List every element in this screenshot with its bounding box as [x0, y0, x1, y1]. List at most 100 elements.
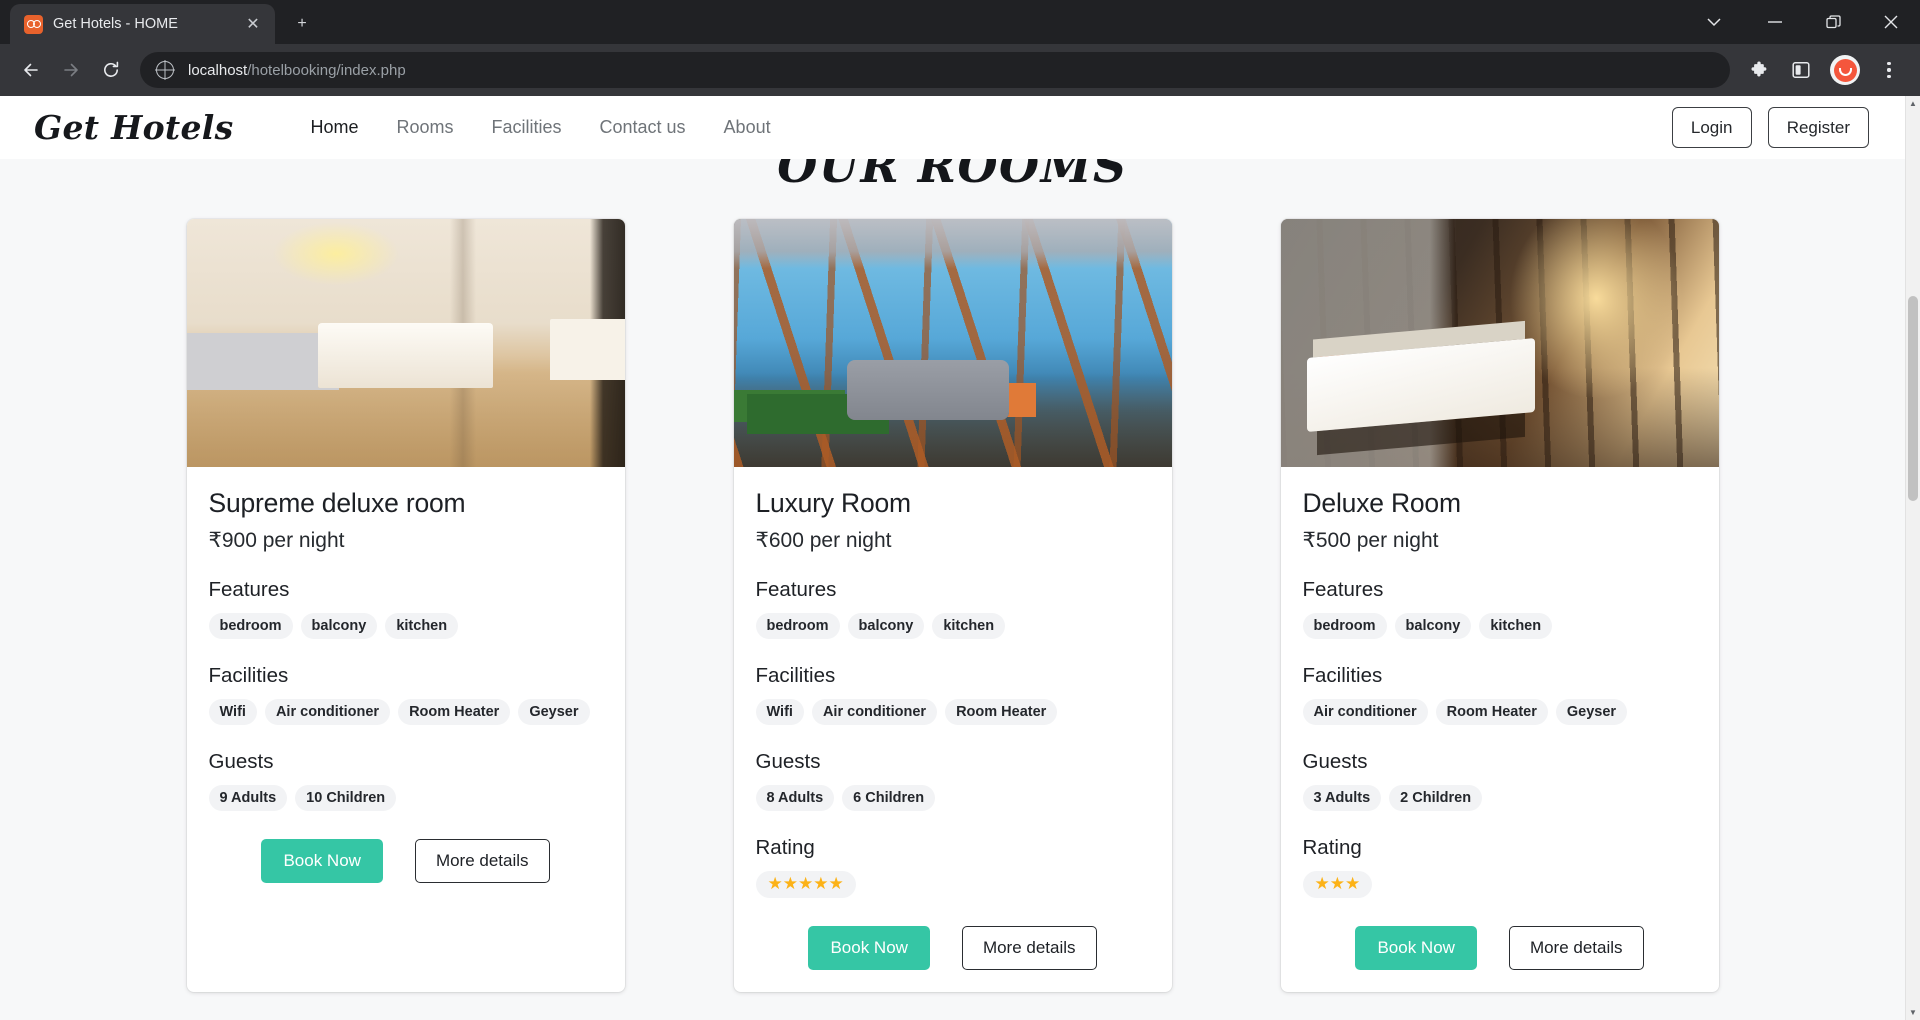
browser-tab[interactable]: Get Hotels - HOME ✕	[10, 4, 275, 44]
feature-pill: balcony	[847, 613, 925, 640]
room-card[interactable]: Luxury Room ₹600 per night Features bedr…	[733, 219, 1172, 993]
facilities-group: Facilities Wifi Air conditioner Room Hea…	[208, 664, 603, 726]
scroll-up-icon[interactable]: ▲	[1906, 96, 1920, 111]
nav-item-facilities[interactable]: Facilities	[472, 117, 580, 138]
kebab-menu-icon[interactable]	[1870, 51, 1908, 89]
minimize-icon[interactable]	[1746, 0, 1804, 44]
room-price: ₹600 per night	[755, 529, 892, 553]
room-image-deluxe-room	[1280, 219, 1719, 467]
room-price: ₹900 per night	[208, 529, 345, 553]
more-details-button[interactable]: More details	[961, 926, 1097, 971]
address-bar[interactable]: localhost/hotelbooking/index.php	[140, 52, 1730, 88]
guests-label: Guests	[1302, 750, 1368, 774]
features-pills: bedroom balcony kitchen	[755, 613, 1150, 640]
scroll-down-icon[interactable]: ▼	[1906, 1005, 1920, 1020]
page-scrollbar[interactable]: ▲ ▼	[1905, 96, 1920, 1020]
maximize-icon[interactable]	[1804, 0, 1862, 44]
rating-stars: ★★★★★	[755, 871, 856, 899]
room-name: Luxury Room	[755, 488, 912, 518]
guests-group: Guests 8 Adults 6 Children	[755, 750, 1150, 812]
book-now-button[interactable]: Book Now	[1355, 926, 1477, 971]
register-button[interactable]: Register	[1767, 107, 1869, 148]
more-details-button[interactable]: More details	[414, 839, 550, 884]
nav-item-rooms[interactable]: Rooms	[377, 117, 472, 138]
site-info-globe-icon[interactable]	[156, 61, 174, 79]
facilities-group: Facilities Air conditioner Room Heater G…	[1302, 664, 1697, 726]
url-text: localhost/hotelbooking/index.php	[188, 62, 406, 79]
rooms-card-grid: Supreme deluxe room ₹900 per night Featu…	[0, 197, 1905, 993]
close-window-icon[interactable]	[1862, 0, 1920, 44]
site-logo[interactable]: Get Hotels	[34, 108, 233, 147]
guests-label: Guests	[755, 750, 821, 774]
close-tab-icon[interactable]: ✕	[241, 12, 265, 36]
page-content: OUR ROOMS Supreme deluxe room ₹900 per n…	[0, 139, 1905, 1020]
web-page: Get Hotels Home Rooms Facilities Contact…	[0, 96, 1905, 1020]
rating-group: Rating ★★★★★	[755, 836, 1150, 899]
facility-pill: Air conditioner	[1302, 699, 1428, 726]
room-card-actions: Book Now More details	[1303, 926, 1697, 971]
guest-pill: 2 Children	[1389, 785, 1483, 812]
guest-pill: 6 Children	[842, 785, 936, 812]
facilities-pills: Wifi Air conditioner Room Heater Geyser	[208, 699, 603, 726]
site-header: Get Hotels Home Rooms Facilities Contact…	[0, 96, 1905, 159]
rating-stars: ★★★	[1302, 871, 1373, 899]
more-details-button[interactable]: More details	[1508, 926, 1644, 971]
room-name: Deluxe Room	[1302, 488, 1462, 518]
book-now-button[interactable]: Book Now	[808, 926, 930, 971]
feature-pill: bedroom	[755, 613, 840, 640]
features-group: Features bedroom balcony kitchen	[755, 578, 1150, 640]
room-card-body: Deluxe Room ₹500 per night Features bedr…	[1281, 467, 1719, 992]
browser-window: Get Hotels - HOME ✕ + localhost/hotelboo…	[0, 0, 1920, 1020]
feature-pill: kitchen	[1479, 613, 1553, 640]
facility-pill: Geyser	[518, 699, 590, 726]
tab-search-icon[interactable]	[1682, 0, 1746, 44]
facilities-label: Facilities	[755, 664, 836, 688]
features-group: Features bedroom balcony kitchen	[1302, 578, 1697, 640]
facility-pill: Geyser	[1555, 699, 1628, 726]
browser-toolbar: localhost/hotelbooking/index.php	[0, 44, 1920, 96]
guest-pill: 10 Children	[295, 785, 397, 812]
guests-label: Guests	[208, 750, 274, 774]
scrollbar-thumb[interactable]	[1908, 296, 1918, 501]
guests-group: Guests 9 Adults 10 Children	[208, 750, 603, 812]
room-card-actions: Book Now More details	[209, 839, 603, 884]
features-pills: bedroom balcony kitchen	[1302, 613, 1697, 640]
facility-pill: Wifi	[755, 699, 804, 726]
facility-pill: Air conditioner	[811, 699, 938, 726]
reload-icon[interactable]	[92, 51, 130, 89]
rating-label: Rating	[755, 836, 815, 860]
feature-pill: kitchen	[385, 613, 459, 640]
side-panel-icon[interactable]	[1782, 51, 1820, 89]
room-card[interactable]: Deluxe Room ₹500 per night Features bedr…	[1280, 219, 1719, 993]
back-icon[interactable]	[12, 51, 50, 89]
facility-pill: Room Heater	[945, 699, 1058, 726]
rating-group: Rating ★★★	[1302, 836, 1697, 899]
nav-item-home[interactable]: Home	[291, 117, 377, 138]
main-nav: Home Rooms Facilities Contact us About	[291, 117, 789, 138]
facilities-label: Facilities	[208, 664, 289, 688]
features-label: Features	[208, 578, 290, 602]
room-card-actions: Book Now More details	[756, 926, 1150, 971]
rating-pills: ★★★★★	[755, 871, 1150, 899]
login-button[interactable]: Login	[1671, 107, 1752, 148]
hotel-favicon-icon	[24, 14, 43, 34]
feature-pill: bedroom	[1302, 613, 1387, 640]
features-label: Features	[1302, 578, 1384, 602]
guests-pills: 9 Adults 10 Children	[208, 785, 603, 812]
room-card[interactable]: Supreme deluxe room ₹900 per night Featu…	[186, 219, 625, 993]
forward-icon[interactable]	[52, 51, 90, 89]
facility-pill: Air conditioner	[264, 699, 391, 726]
nav-item-about[interactable]: About	[705, 117, 790, 138]
url-path: /hotelbooking/index.php	[247, 61, 406, 79]
guest-pill: 3 Adults	[1302, 785, 1382, 812]
profile-avatar[interactable]	[1830, 55, 1860, 85]
nav-item-contact-us[interactable]: Contact us	[581, 117, 705, 138]
tab-title: Get Hotels - HOME	[53, 16, 178, 32]
new-tab-button[interactable]: +	[285, 7, 319, 41]
extensions-puzzle-icon[interactable]	[1740, 51, 1778, 89]
facilities-pills: Air conditioner Room Heater Geyser	[1302, 699, 1697, 726]
guests-group: Guests 3 Adults 2 Children	[1302, 750, 1697, 812]
url-host: localhost	[188, 61, 248, 79]
guests-pills: 8 Adults 6 Children	[755, 785, 1150, 812]
book-now-button[interactable]: Book Now	[261, 839, 383, 884]
